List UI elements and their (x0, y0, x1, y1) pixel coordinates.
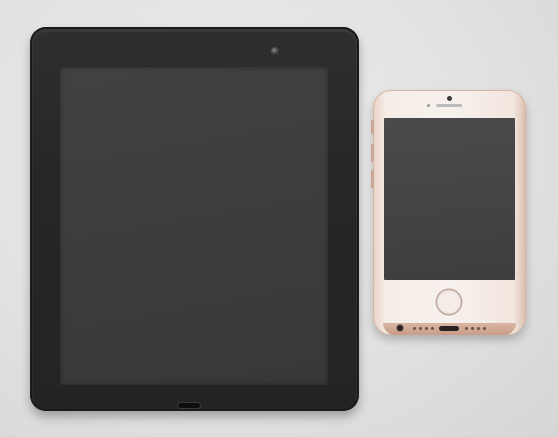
tablet-usb-port (178, 403, 200, 408)
speaker-hole (483, 327, 486, 330)
smartphone (371, 90, 526, 335)
photo-scene (0, 0, 558, 437)
phone-mute-switch (371, 120, 374, 134)
speaker-hole (425, 327, 428, 330)
speaker-hole (477, 327, 480, 330)
phone-volume-down-button (371, 170, 374, 188)
speaker-hole (413, 327, 416, 330)
phone-home-button (437, 290, 461, 314)
phone-headphone-jack (397, 325, 403, 331)
phone-volume-up-button (371, 144, 374, 162)
speaker-hole (471, 327, 474, 330)
tablet-camera-icon (271, 47, 279, 55)
tablet (30, 27, 359, 411)
speaker-hole (465, 327, 468, 330)
phone-sensor-icon (427, 104, 430, 107)
speaker-hole (431, 327, 434, 330)
tablet-screen (60, 67, 328, 385)
phone-lightning-port (439, 326, 459, 331)
phone-earpiece (436, 104, 462, 107)
phone-screen (384, 118, 515, 280)
speaker-hole (419, 327, 422, 330)
phone-front-camera-icon (447, 96, 452, 101)
